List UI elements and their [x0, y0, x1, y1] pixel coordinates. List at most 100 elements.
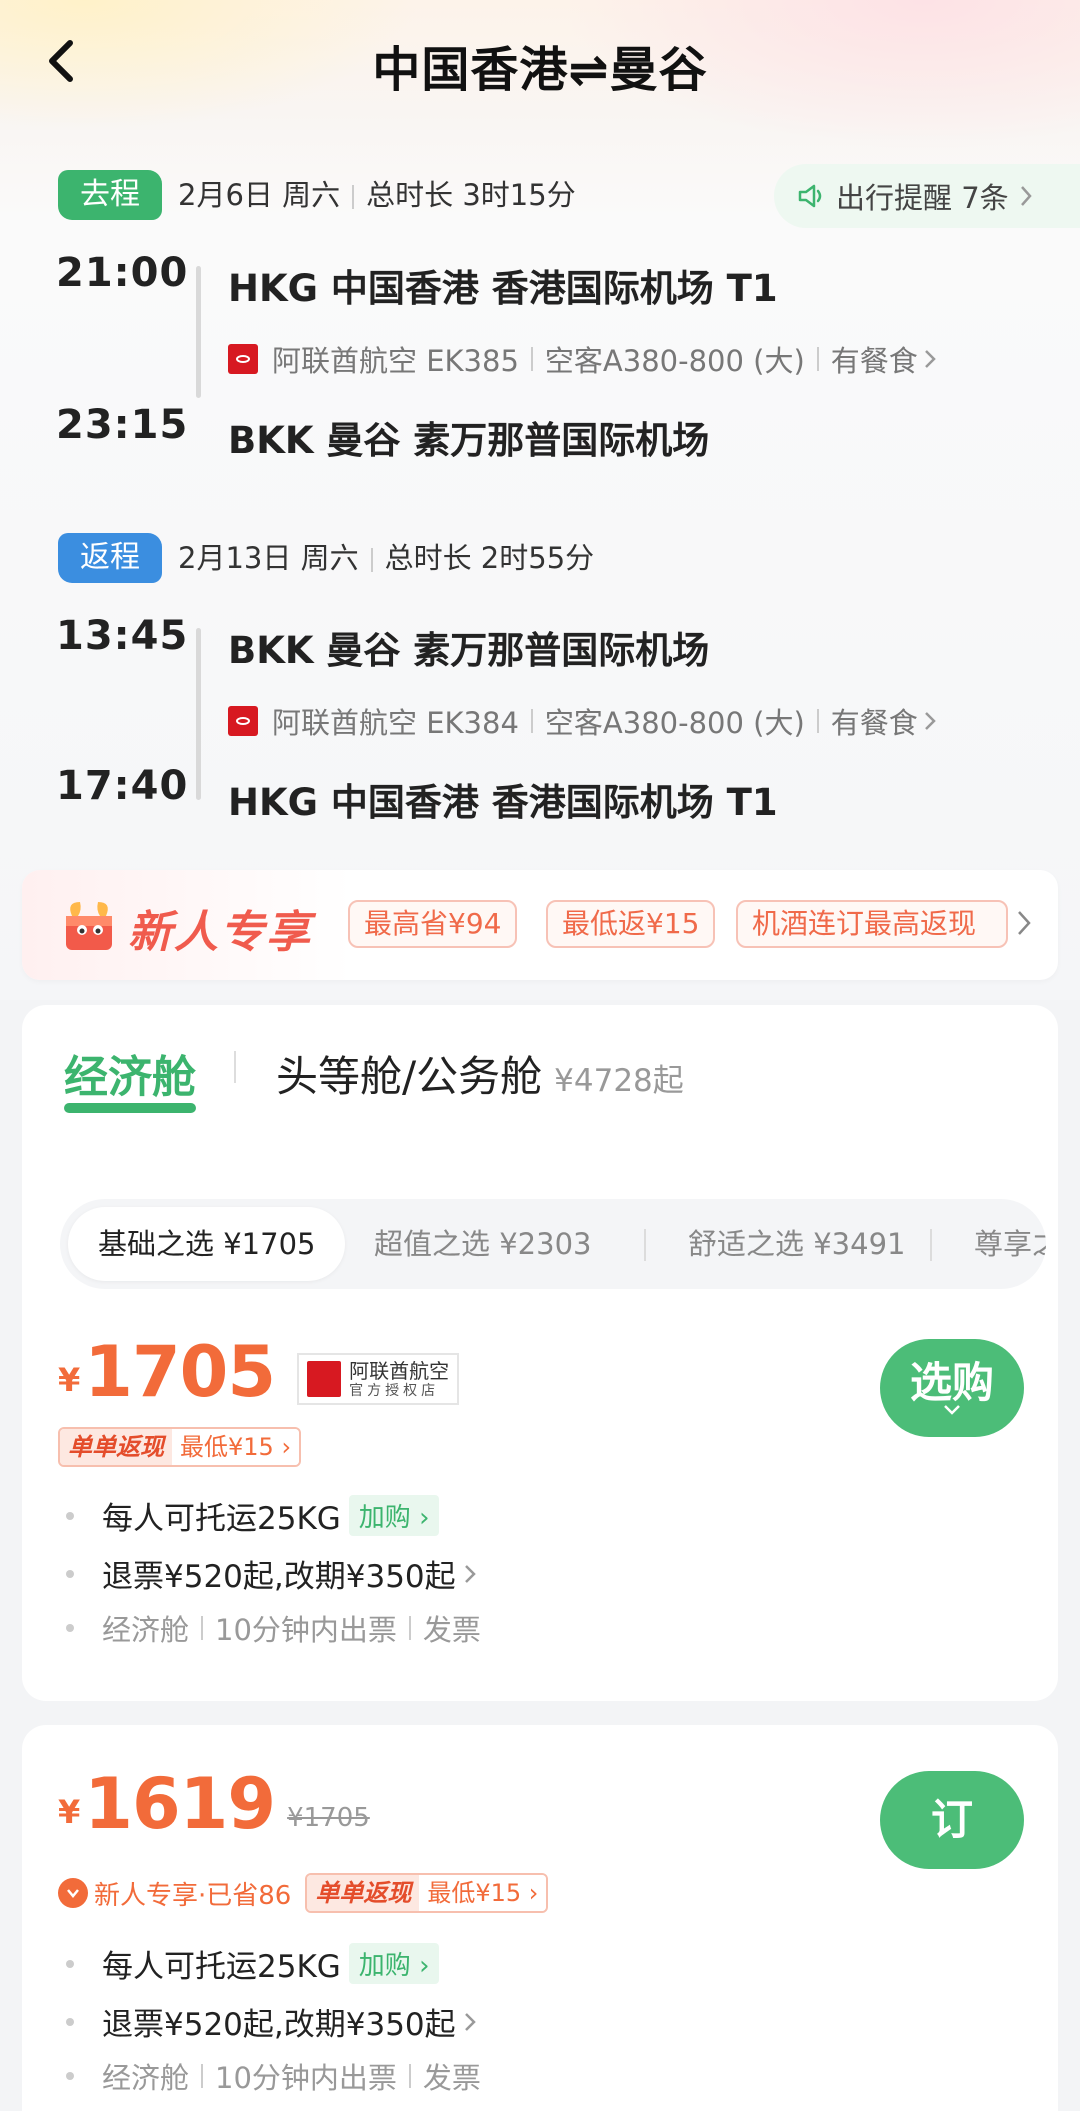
inbound-arrival-airport: HKG 中国香港 香港国际机场 T1	[228, 781, 778, 824]
emirates-logo-icon	[307, 1361, 342, 1397]
fare-tier-tabs: 基础之选 ¥1705 超值之选 ¥2303 舒适之选 ¥3491 尊享之选	[60, 1199, 1046, 1289]
divider	[816, 709, 819, 733]
book-button[interactable]: 订	[880, 1771, 1024, 1869]
inbound-meal: 有餐食	[830, 706, 918, 740]
refund-text: 退票¥520起,改期¥350起	[102, 1559, 456, 1595]
promo-title: 新人专享	[128, 907, 312, 958]
promo-chip[interactable]: 最低返¥15	[546, 900, 716, 948]
divider	[201, 1616, 204, 1640]
divider	[530, 709, 533, 733]
timeline-line	[196, 266, 201, 398]
bullet-dot	[66, 2017, 74, 2026]
chevron-right-icon	[924, 712, 936, 730]
refund-text: 退票¥520起,改期¥350起	[102, 2007, 456, 2043]
issue-time-text: 10分钟内出票	[215, 2061, 397, 2095]
inbound-airline: 阿联酋航空 EK384	[272, 706, 519, 740]
outbound-airline: 阿联酋航空 EK385	[272, 344, 519, 378]
fare-tier-tab[interactable]: 基础之选 ¥1705	[68, 1207, 346, 1281]
cashback-key: 单单返现	[60, 1429, 172, 1465]
outbound-duration: 总时长 3时15分	[366, 178, 576, 212]
chevron-right-icon	[464, 2012, 476, 2031]
divider	[201, 2064, 204, 2088]
tags-row: 单单返现 最低¥15 ›	[58, 1427, 302, 1467]
timeline-line	[196, 628, 201, 800]
inbound-tag: 返程	[58, 533, 162, 583]
bullet-dot	[66, 1569, 74, 1578]
price-row: ¥ 1705 阿联酋航空 官方授权店	[58, 1337, 460, 1407]
divider	[816, 347, 819, 371]
outbound-meal: 有餐食	[830, 344, 918, 378]
inbound-flight-info[interactable]: 阿联酋航空 EK384 空客A380-800 (大) 有餐食	[228, 700, 936, 742]
tags-row: 新人专享·已省86 单单返现 最低¥15 ›	[58, 1873, 549, 1913]
inbound-departure-airport: BKK 曼谷 素万那普国际机场	[228, 629, 710, 672]
outbound-meta: 2月6日 周六 总时长 3时15分	[178, 170, 576, 220]
addon-button[interactable]: 加购 ›	[348, 1943, 440, 1984]
addon-button[interactable]: 加购 ›	[348, 1495, 440, 1536]
price-row: ¥ 1619 ¥1705	[58, 1769, 370, 1839]
cabin-class-text: 经济舱	[102, 2061, 190, 2095]
cabin-class-text: 经济舱	[102, 1613, 190, 1647]
outbound-flight-info[interactable]: 阿联酋航空 EK385 空客A380-800 (大) 有餐食	[228, 338, 936, 380]
divider	[930, 1229, 932, 1261]
fare-tier-tab[interactable]: 超值之选 ¥2303	[374, 1207, 591, 1281]
tab-business[interactable]: 头等舱/公务舱 ¥4728起	[276, 1043, 684, 1104]
inbound-arrival-time: 17:40	[56, 763, 189, 809]
baggage-text: 每人可托运25KG	[102, 1949, 341, 1985]
cashback-value: 最低¥15 ›	[172, 1429, 300, 1465]
select-buy-button[interactable]: 选购	[880, 1339, 1024, 1437]
refund-row[interactable]: 退票¥520起,改期¥350起	[66, 1551, 476, 1596]
promo-chip[interactable]: 机酒连订最高返现	[736, 900, 1008, 948]
divider	[352, 185, 355, 209]
ticket-info-row: 经济舱 10分钟内出票 发票	[66, 1607, 481, 1649]
bullet-dot	[66, 1959, 74, 1968]
chevron-right-icon	[1020, 186, 1032, 206]
outbound-departure-airport: HKG 中国香港 香港国际机场 T1	[228, 267, 778, 310]
fare-card: ¥ 1619 ¥1705 订 新人专享·已省86 单单返现 最低¥15 › 每人…	[22, 1725, 1058, 2111]
newbie-discount-badge: 新人专享·已省86	[58, 1875, 291, 1912]
inbound-departure-time: 13:45	[56, 613, 189, 659]
newbie-coupon-icon	[58, 1878, 88, 1908]
tab-business-label: 头等舱/公务舱	[276, 1052, 543, 1101]
fare-tier-tab[interactable]: 尊享之选	[974, 1207, 1046, 1281]
divider	[370, 548, 373, 572]
store-subtitle: 官方授权店	[349, 1383, 440, 1399]
inbound-aircraft: 空客A380-800 (大)	[544, 706, 805, 740]
baggage-text: 每人可托运25KG	[102, 1501, 341, 1537]
store-name: 阿联酋航空	[349, 1359, 450, 1383]
baggage-row: 每人可托运25KG 加购 ›	[66, 1941, 440, 1986]
invoice-text: 发票	[422, 2061, 481, 2095]
official-store-badge: 阿联酋航空 官方授权店	[297, 1353, 460, 1405]
header: 中国香港⇌曼谷	[0, 0, 1080, 125]
bullet-dot	[66, 1624, 74, 1632]
outbound-arrival-time: 23:15	[56, 402, 189, 448]
chevron-right-icon[interactable]	[1016, 908, 1032, 938]
tab-active-indicator	[64, 1103, 196, 1113]
divider	[234, 1051, 236, 1083]
inbound-meta: 2月13日 周六 总时长 2时55分	[178, 533, 594, 583]
divider	[530, 347, 533, 371]
tab-economy[interactable]: 经济舱	[64, 1041, 196, 1105]
speaker-icon	[798, 184, 822, 208]
divider	[408, 1616, 411, 1640]
travel-reminder-button[interactable]: 出行提醒 7条	[774, 164, 1080, 228]
cashback-badge[interactable]: 单单返现 最低¥15 ›	[305, 1873, 549, 1913]
bullet-dot	[66, 2072, 74, 2080]
mascot-icon	[66, 902, 112, 950]
inbound-date: 2月13日 周六	[178, 541, 359, 575]
cashback-key: 单单返现	[307, 1875, 420, 1911]
book-label: 订	[930, 1795, 973, 1844]
price: 1619	[84, 1763, 276, 1845]
inbound-duration: 总时长 2时55分	[384, 541, 595, 575]
fare-tier-tab[interactable]: 舒适之选 ¥3491	[688, 1207, 905, 1281]
currency-symbol: ¥	[58, 1361, 81, 1399]
issue-time-text: 10分钟内出票	[215, 1613, 397, 1647]
tab-business-price: ¥4728起	[554, 1063, 684, 1099]
refund-row[interactable]: 退票¥520起,改期¥350起	[66, 1999, 476, 2044]
promo-chip[interactable]: 最高省¥94	[348, 900, 518, 948]
newcomer-promo-banner[interactable]: 新人专享 最高省¥94 最低返¥15 机酒连订最高返现	[22, 870, 1058, 980]
cashback-value: 最低¥15 ›	[419, 1875, 547, 1911]
fare-card: 基础之选 ¥1705 超值之选 ¥2303 舒适之选 ¥3491 尊享之选 ¥ …	[22, 1165, 1058, 1701]
divider	[408, 2064, 411, 2088]
cashback-badge[interactable]: 单单返现 最低¥15 ›	[58, 1427, 302, 1467]
outbound-tag: 去程	[58, 170, 162, 220]
